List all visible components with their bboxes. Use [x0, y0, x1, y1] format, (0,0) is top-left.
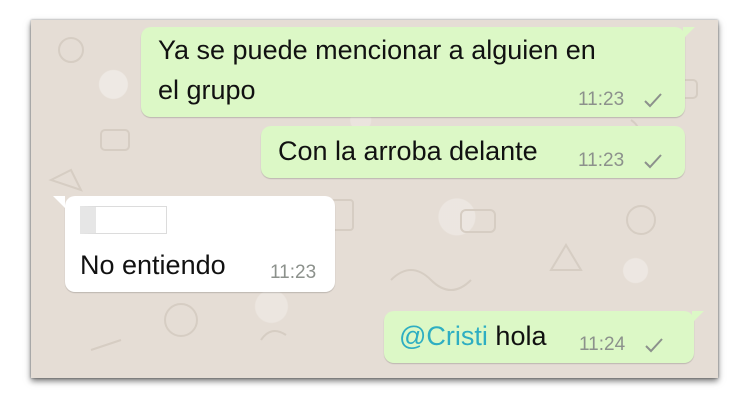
message-timestamp: 11:23 — [578, 89, 625, 110]
message-bubble-outgoing[interactable]: @Cristi hola 11:24 — [384, 311, 694, 363]
message-text: Con la arroba delante — [278, 136, 538, 166]
check-icon — [644, 93, 662, 108]
mention-link[interactable]: @Cristi — [399, 321, 488, 351]
check-icon — [644, 154, 662, 169]
chat-window: Ya se puede mencionar a alguien en el gr… — [31, 20, 718, 378]
message-bubble-incoming[interactable]: No entiendo 11:23 — [65, 196, 335, 292]
message-text-body: hola — [495, 321, 547, 351]
message-timestamp: 11:23 — [270, 262, 317, 283]
message-text: Ya se puede mencionar a alguien en — [158, 35, 596, 65]
message-timestamp: 11:24 — [579, 334, 626, 355]
message-bubble-outgoing[interactable]: Con la arroba delante 11:23 — [261, 126, 685, 178]
bubble-tail — [692, 311, 704, 323]
message-text: el grupo — [158, 75, 256, 105]
message-timestamp: 11:23 — [578, 150, 625, 171]
sender-name-redacted — [80, 206, 167, 234]
check-icon — [645, 338, 663, 353]
message-text: No entiendo — [80, 250, 226, 280]
bubble-tail — [53, 196, 65, 208]
message-bubble-outgoing[interactable]: Ya se puede mencionar a alguien en el gr… — [141, 27, 685, 117]
bubble-tail — [683, 27, 695, 39]
message-text: @Cristi hola — [399, 319, 546, 353]
